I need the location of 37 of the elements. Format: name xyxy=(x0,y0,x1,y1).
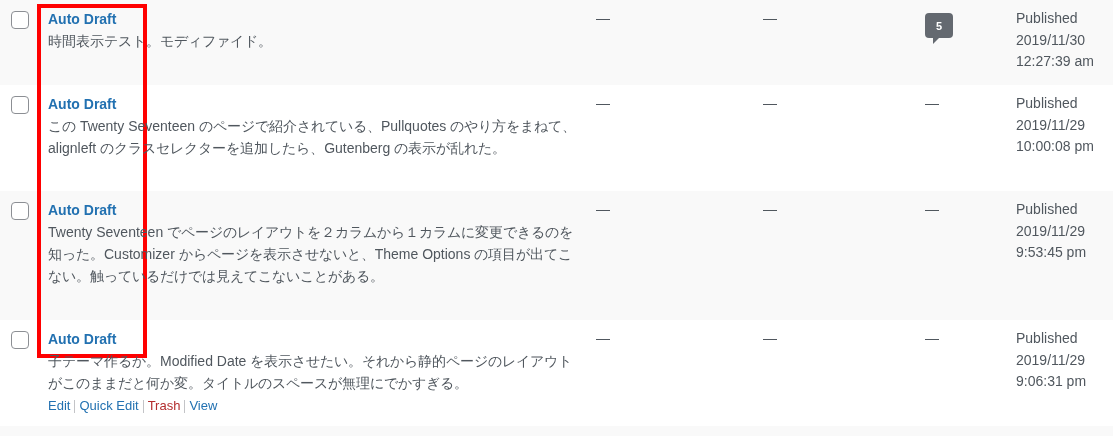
empty-value: — xyxy=(596,95,610,111)
empty-value: — xyxy=(925,201,939,217)
checkbox[interactable] xyxy=(11,331,29,349)
empty-value: — xyxy=(925,330,939,346)
post-title-link[interactable]: Auto Draft xyxy=(48,329,117,349)
empty-value: — xyxy=(596,10,610,26)
empty-value: — xyxy=(763,330,777,346)
post-excerpt: 子テーマ作るか。Modified Date を表示させたい。それから静的ページのレイアウトがこのままだと何か変。タイトルのスペースが無理にでかすぎる。 xyxy=(48,352,574,393)
post-title-link[interactable]: Auto Draft xyxy=(48,200,117,220)
row-action-link[interactable]: Edit xyxy=(48,396,71,416)
empty-value: — xyxy=(763,10,777,26)
post-time: 12:27:39 am xyxy=(1016,52,1094,71)
post-title-link[interactable]: Auto Draft xyxy=(48,9,117,29)
post-status: Published xyxy=(1016,9,1078,28)
post-date: 2019/11/29 xyxy=(1016,221,1086,241)
post-status: Published xyxy=(1016,329,1078,348)
row-action-link[interactable]: Quick Edit xyxy=(79,396,139,416)
post-title-link[interactable]: Auto Draft xyxy=(48,94,117,114)
checkbox[interactable] xyxy=(11,96,29,114)
empty-value: — xyxy=(596,330,610,346)
post-time: 10:00:08 pm xyxy=(1016,137,1094,156)
post-date: 2019/11/29 xyxy=(1016,350,1086,370)
empty-value: — xyxy=(596,201,610,217)
post-time: 9:53:45 pm xyxy=(1016,243,1087,262)
empty-value: — xyxy=(763,95,777,111)
post-status: Published xyxy=(1016,200,1078,219)
post-date: 2019/11/30 xyxy=(1016,30,1086,50)
row-action-link[interactable]: View xyxy=(189,396,218,416)
post-date: 2019/11/29 xyxy=(1016,115,1086,135)
checkbox[interactable] xyxy=(11,202,29,220)
post-excerpt: 時間表示テスト。モディファイド。 xyxy=(48,32,273,51)
post-time: 9:06:31 pm xyxy=(1016,372,1087,391)
empty-value: — xyxy=(925,95,939,111)
trash-link[interactable]: Trash xyxy=(147,396,181,416)
post-status: Published xyxy=(1016,94,1078,113)
checkbox[interactable] xyxy=(11,11,29,29)
empty-value: — xyxy=(763,201,777,217)
